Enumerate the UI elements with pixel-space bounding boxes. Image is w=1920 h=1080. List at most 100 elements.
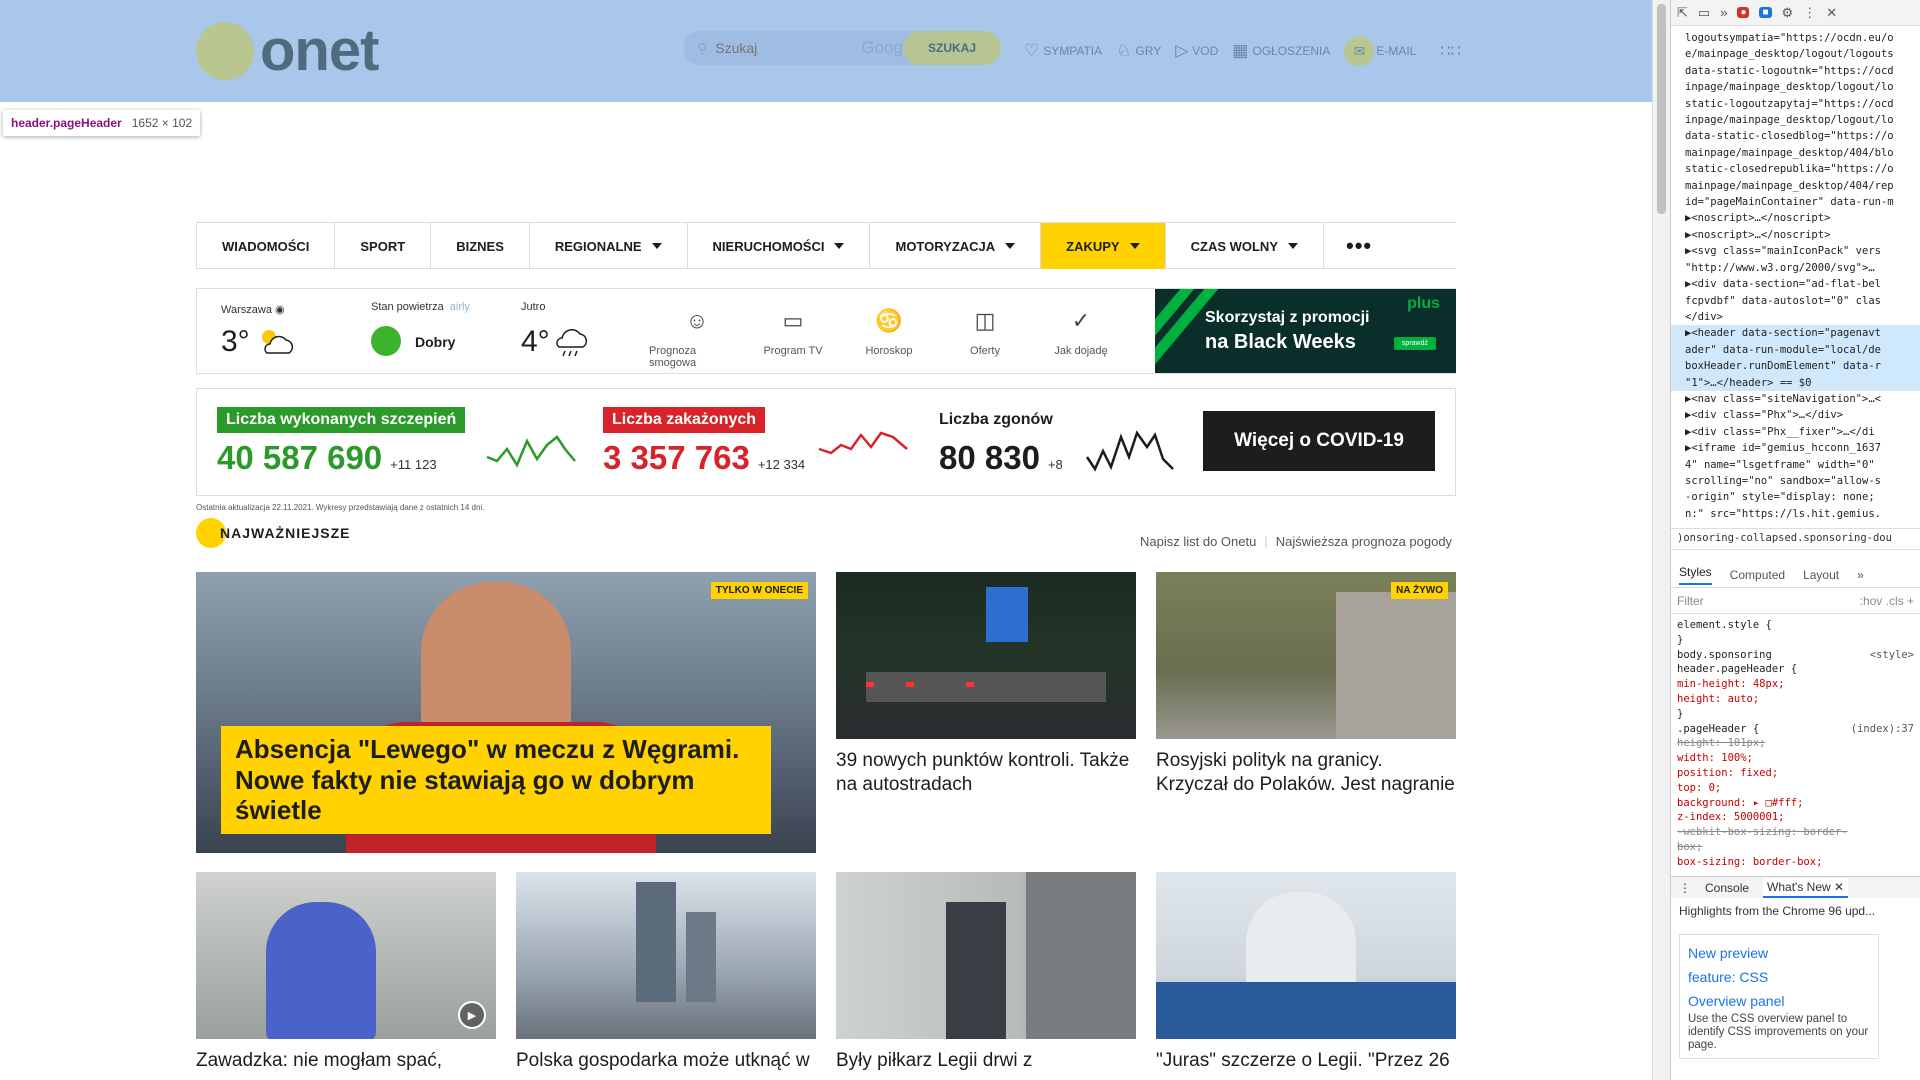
offers-link[interactable]: ◫ Oferty	[937, 303, 1033, 369]
tab-computed[interactable]: Computed	[1730, 568, 1785, 582]
dom-line[interactable]: ▶<iframe id="gemius_hcconn_1637	[1685, 440, 1920, 456]
video-play-icon[interactable]: ▶	[458, 1001, 486, 1029]
style-line[interactable]: top: 0;	[1677, 781, 1914, 796]
apps-grid-icon[interactable]: ∷∷	[1440, 41, 1460, 61]
scrollbar-thumb[interactable]	[1657, 4, 1666, 214]
header-link-email[interactable]: ✉ E-MAIL	[1344, 36, 1416, 66]
nav-item-wiadomosci[interactable]: WIADOMOŚCI	[196, 223, 334, 269]
header-link-ogloszenia[interactable]: ▦ OGŁOSZENIA	[1232, 41, 1330, 61]
dom-line[interactable]: static-logoutzapytaj="https://ocd	[1685, 96, 1920, 112]
weather-forecast-link[interactable]: Najświeższa prognoza pogody	[1276, 534, 1452, 549]
black-weeks-ad[interactable]: plus Skorzystaj z promocji na Black Week…	[1155, 289, 1456, 373]
nav-item-zakupy[interactable]: ZAKUPY	[1040, 223, 1165, 269]
settings-gear-icon[interactable]: ⚙	[1782, 5, 1794, 21]
hov-cls-toggles[interactable]: :hov .cls	[1860, 594, 1904, 608]
style-line[interactable]: }	[1677, 707, 1914, 722]
tab-layout[interactable]: Layout	[1803, 568, 1839, 582]
dom-line[interactable]: ▶<div class="Phx__fixer">…</di	[1685, 424, 1920, 440]
dom-line[interactable]: inpage/mainpage_desktop/logout/lo	[1685, 112, 1920, 128]
nav-item-nieruchomosci[interactable]: NIERUCHOMOŚCI	[686, 223, 870, 269]
dom-line[interactable]: mainpage/mainpage_desktop/404/rep	[1685, 178, 1920, 194]
style-line[interactable]: min-height: 48px;	[1677, 677, 1914, 692]
dom-line[interactable]: mainpage/mainpage_desktop/404/blo	[1685, 145, 1920, 161]
nav-item-sport[interactable]: SPORT	[334, 223, 430, 269]
tab-styles[interactable]: Styles	[1679, 565, 1712, 585]
header-link-vod[interactable]: ▷ VOD	[1175, 41, 1218, 61]
dom-line[interactable]: ▶<svg class="mainIconPack" vers	[1685, 243, 1920, 259]
device-toggle-icon[interactable]: ▭	[1698, 5, 1710, 21]
error-count-icon[interactable]: ●	[1737, 7, 1750, 18]
write-letter-link[interactable]: Napisz list do Onetu	[1140, 534, 1256, 549]
drawer-menu-icon[interactable]: ⋮	[1679, 881, 1691, 895]
news-link[interactable]: New preview	[1688, 941, 1870, 965]
dom-line[interactable]: n:" src="https://ls.hit.gemius.	[1685, 506, 1920, 522]
news-link[interactable]: Overview panel	[1688, 989, 1870, 1013]
dom-line[interactable]: 4" name="lsgetframe" width="0"	[1685, 457, 1920, 473]
dom-line[interactable]: id="pageMainContainer" data-run-m	[1685, 194, 1920, 210]
issues-icon[interactable]: ■	[1759, 7, 1772, 18]
weather-city[interactable]: Warszawa ◉	[221, 303, 285, 316]
style-line[interactable]: width: 100%;	[1677, 751, 1914, 766]
style-source-link[interactable]: <style>	[1870, 648, 1914, 663]
article-card[interactable]: ▶ Zawadzka: nie mogłam spać,	[196, 872, 496, 1073]
search-input[interactable]	[715, 40, 826, 56]
dom-line[interactable]: ▶<noscript>…</noscript>	[1685, 210, 1920, 226]
more-covid-button[interactable]: Więcej o COVID-19	[1203, 411, 1435, 471]
dom-line[interactable]: scrolling="no" sandbox="allow-s	[1685, 473, 1920, 489]
add-rule-icon[interactable]: +	[1907, 594, 1914, 608]
inspect-element-icon[interactable]: ⇱	[1677, 5, 1688, 21]
dom-line[interactable]: </div>	[1685, 309, 1920, 325]
style-line[interactable]: z-index: 5000001;	[1677, 810, 1914, 825]
style-line[interactable]: box;	[1677, 840, 1914, 855]
style-source-link[interactable]: (index):37	[1851, 722, 1914, 737]
article-card[interactable]: Polska gospodarka może utknąć w	[516, 872, 816, 1073]
elements-tree[interactable]: logoutsympatia="https://ocdn.eu/o e/mainp…	[1671, 26, 1920, 528]
tab-whats-new[interactable]: What's New ✕	[1763, 877, 1849, 898]
style-line[interactable]: header.pageHeader {	[1677, 662, 1914, 677]
article-card[interactable]: 39 nowych punktów kontroli. Także na aut…	[836, 572, 1136, 797]
onet-logo[interactable]: onet	[196, 22, 379, 80]
header-link-sympatia[interactable]: ♡ SYMPATIA	[1024, 41, 1102, 61]
dom-line[interactable]: ader" data-run-module="local/de	[1671, 341, 1920, 359]
search-button[interactable]: SZUKAJ	[903, 31, 1001, 65]
style-line[interactable]: -webkit-box-sizing: border-	[1677, 825, 1914, 840]
dom-line[interactable]: "1">…</header> == $0	[1671, 374, 1920, 391]
dom-line[interactable]: ▶<div data-section="ad-flat-bel	[1685, 276, 1920, 292]
dom-line[interactable]: -origin" style="display: none;	[1685, 489, 1920, 505]
dom-line[interactable]: data-static-logoutnk="https://ocd	[1685, 63, 1920, 79]
article-card[interactable]: "Juras" szczerze o Legii. "Przez 26	[1156, 872, 1456, 1073]
dom-line[interactable]: data-static-closedblog="https://o	[1685, 128, 1920, 144]
more-tabs-icon[interactable]: »	[1720, 5, 1727, 20]
breadcrumb[interactable]: )onsoring-collapsed.sponsoring-dou	[1671, 528, 1920, 550]
dom-line[interactable]: inpage/mainpage_desktop/logout/lo	[1685, 79, 1920, 95]
article-card[interactable]: NA ŻYWO Rosyjski polityk na granicy. Krz…	[1156, 572, 1456, 797]
dom-line[interactable]: "http://www.w3.org/2000/svg">…	[1685, 260, 1920, 276]
dom-line[interactable]: ▶<noscript>…</noscript>	[1685, 227, 1920, 243]
horoscope-link[interactable]: ♋ Horoskop	[841, 303, 937, 369]
style-line[interactable]: box-sizing: border-box;	[1677, 855, 1914, 870]
dom-line[interactable]: ▶<header data-section="pagenavt	[1671, 325, 1920, 342]
style-line[interactable]: }	[1677, 633, 1914, 648]
news-link[interactable]: feature: CSS	[1688, 965, 1870, 989]
style-line[interactable]: (index):37 .pageHeader {	[1677, 722, 1914, 737]
smog-forecast-link[interactable]: ☺ Prognoza smogowa	[649, 303, 745, 369]
style-line[interactable]: <style> body.sponsoring	[1677, 648, 1914, 663]
page-scrollbar[interactable]	[1652, 0, 1670, 1080]
dom-line[interactable]: fcpvdbf" data-autoslot="0" clas	[1685, 293, 1920, 309]
nav-item-czas-wolny[interactable]: CZAS WOLNY	[1164, 223, 1323, 269]
dom-line[interactable]: boxHeader.runDomElement" data-r	[1671, 358, 1920, 375]
style-line[interactable]: background: ▸ □#fff;	[1677, 796, 1914, 811]
dom-line[interactable]: static-closedrepublika="https://o	[1685, 161, 1920, 177]
route-link[interactable]: ✓ Jak dojadę	[1033, 303, 1129, 369]
tab-more[interactable]: »	[1857, 568, 1864, 582]
tv-program-link[interactable]: ▭ Program TV	[745, 303, 841, 369]
filter-input[interactable]: Filter	[1677, 594, 1704, 608]
kebab-menu-icon[interactable]: ⋮	[1803, 5, 1816, 21]
article-card[interactable]: Były piłkarz Legii drwi z	[836, 872, 1136, 1073]
news-card[interactable]: New preview feature: CSS Overview panel …	[1679, 934, 1879, 1059]
dom-line[interactable]: logoutsympatia="https://ocdn.eu/o	[1685, 30, 1920, 46]
nav-item-regionalne[interactable]: REGIONALNE	[528, 223, 687, 269]
nav-item-biznes[interactable]: BIZNES	[430, 223, 529, 269]
dom-line[interactable]: ▶<div class="Phx">…</div>	[1685, 407, 1920, 423]
styles-pane[interactable]: element.style {} <style> body.sponsoring he…	[1671, 614, 1920, 876]
